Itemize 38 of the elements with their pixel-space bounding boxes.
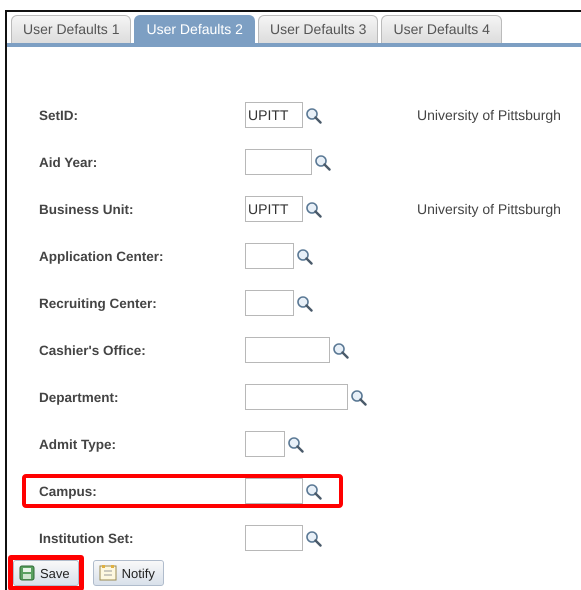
input-field[interactable] [245, 478, 303, 504]
field-label: Campus: [39, 484, 98, 498]
search-icon[interactable] [305, 482, 322, 500]
field-label: Department: [39, 390, 120, 404]
input-field[interactable] [245, 431, 285, 457]
search-icon[interactable] [305, 530, 322, 546]
input-field[interactable] [245, 149, 312, 175]
notify-button[interactable]: Notify [92, 560, 164, 586]
input-field[interactable] [245, 243, 294, 269]
input-field[interactable]: UPITT [245, 102, 303, 128]
search-icon[interactable] [296, 294, 313, 312]
save-button[interactable]: Save [13, 560, 79, 586]
field-label: Aid Year: [39, 154, 98, 170]
search-icon[interactable] [305, 106, 322, 124]
field-label: Cashier's Office: [39, 342, 147, 358]
field-description: University of Pittsburgh [417, 107, 561, 123]
field-label: Admit Type: [39, 436, 117, 452]
input-field[interactable] [245, 290, 294, 316]
input-field[interactable] [245, 337, 330, 363]
tab[interactable]: User Defaults 4 [381, 15, 502, 43]
search-icon[interactable] [350, 388, 367, 406]
field-label: SetID: [39, 108, 80, 122]
field-label: Business Unit: [39, 202, 135, 216]
notepad-icon [98, 565, 117, 581]
search-icon[interactable] [287, 436, 304, 452]
search-icon[interactable] [296, 248, 313, 264]
input-field[interactable]: UPITT [245, 196, 303, 222]
search-icon[interactable] [305, 200, 322, 218]
input-field[interactable] [245, 384, 348, 410]
field-label: Institution Set: [39, 530, 134, 546]
search-icon[interactable] [314, 154, 331, 170]
tab[interactable]: User Defaults 1 [11, 15, 132, 43]
field-label: Application Center: [39, 248, 165, 264]
tab[interactable]: User Defaults 3 [258, 15, 378, 43]
field-description: University of Pittsburgh [417, 201, 561, 217]
input-field[interactable] [245, 525, 303, 551]
search-icon[interactable] [332, 342, 349, 358]
field-label: Recruiting Center: [39, 296, 158, 310]
